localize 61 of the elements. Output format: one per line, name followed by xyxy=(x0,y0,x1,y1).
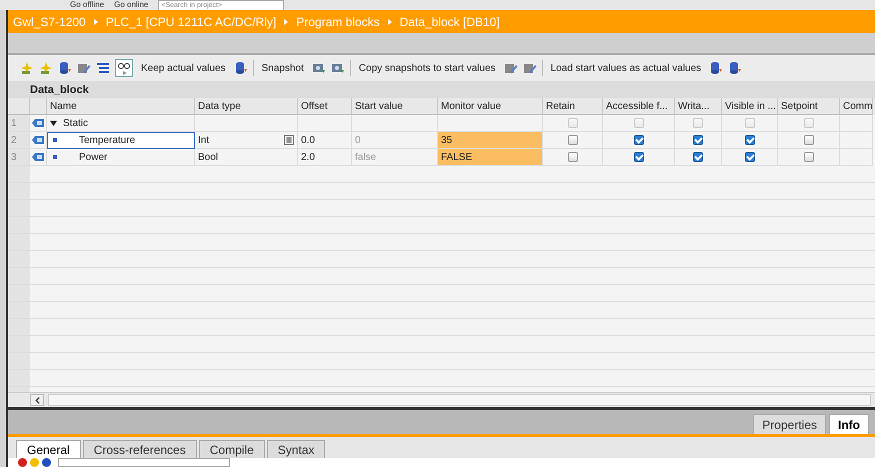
pencil-icon[interactable] xyxy=(504,61,518,75)
tag-icon xyxy=(32,119,44,127)
checkbox[interactable] xyxy=(693,135,703,145)
panel-tab[interactable]: Syntax xyxy=(266,440,326,458)
chevron-left-icon xyxy=(34,396,40,404)
table-cell: 35 xyxy=(438,132,543,149)
toolbar-button[interactable]: Keep actual values xyxy=(138,62,229,74)
tag-icon xyxy=(32,153,44,161)
toolbar-button[interactable]: Load start values as actual values xyxy=(548,62,704,74)
list-icon[interactable] xyxy=(96,61,110,75)
checkbox[interactable] xyxy=(744,152,754,162)
inspector-tab[interactable]: Info xyxy=(829,414,869,434)
arrow-icon xyxy=(284,18,288,24)
camera-icon[interactable] xyxy=(330,61,345,75)
variable-name: Static xyxy=(63,118,88,128)
list-icon[interactable] xyxy=(284,135,294,145)
error-icon[interactable] xyxy=(18,458,27,467)
arrow-icon xyxy=(388,18,392,24)
square-icon xyxy=(53,138,57,142)
inspector-tab[interactable]: Properties xyxy=(753,414,826,434)
checkbox[interactable] xyxy=(693,152,703,162)
camera-icon[interactable] xyxy=(312,61,326,75)
checkbox[interactable] xyxy=(804,135,814,145)
sparkle-icon[interactable] xyxy=(20,61,34,75)
toolbar-button[interactable]: Go offline xyxy=(70,0,104,10)
checkbox[interactable] xyxy=(634,135,644,145)
toolbar-button[interactable]: Copy snapshots to start values xyxy=(356,62,499,74)
checkbox[interactable] xyxy=(568,152,578,162)
checkbox[interactable] xyxy=(634,152,644,162)
filter-dropdown[interactable] xyxy=(58,458,230,467)
database-icon[interactable] xyxy=(58,61,72,75)
monitor-toggle-button[interactable] xyxy=(115,59,133,77)
scroll-left-button[interactable] xyxy=(30,394,44,406)
name-cell[interactable]: Temperature xyxy=(47,132,195,149)
row-number: 3 xyxy=(8,149,30,166)
toolbar-button[interactable]: Go online xyxy=(114,0,148,10)
row-number: 2 xyxy=(8,132,30,149)
database-icon[interactable] xyxy=(234,61,248,75)
checkbox[interactable] xyxy=(744,135,754,145)
toolbar-button[interactable]: Snapshot xyxy=(258,62,307,74)
checkbox[interactable] xyxy=(804,152,814,162)
panel-tab[interactable]: Cross-references xyxy=(82,440,197,458)
tag-icon xyxy=(32,136,44,144)
table-cell: FALSE xyxy=(438,149,543,166)
pencil-icon[interactable] xyxy=(77,61,91,75)
panel-tab[interactable]: General xyxy=(16,440,81,458)
database-icon[interactable] xyxy=(728,61,742,75)
scrollbar-thumb[interactable] xyxy=(48,394,871,406)
pencil-icon[interactable] xyxy=(522,61,537,75)
sparkle-icon[interactable] xyxy=(39,61,53,75)
arrow-icon xyxy=(94,18,98,24)
down-triangle-icon[interactable] xyxy=(50,120,57,126)
database-icon[interactable] xyxy=(709,61,724,75)
block-title: Data_block xyxy=(8,81,875,98)
panel-tab[interactable]: Compile xyxy=(198,440,265,458)
variable-name: Power xyxy=(79,152,108,162)
checkbox[interactable] xyxy=(568,135,578,145)
variable-name: Temperature xyxy=(79,134,136,146)
row-number: 1 xyxy=(8,115,30,132)
square-icon xyxy=(53,155,57,159)
info-icon[interactable] xyxy=(42,458,51,467)
